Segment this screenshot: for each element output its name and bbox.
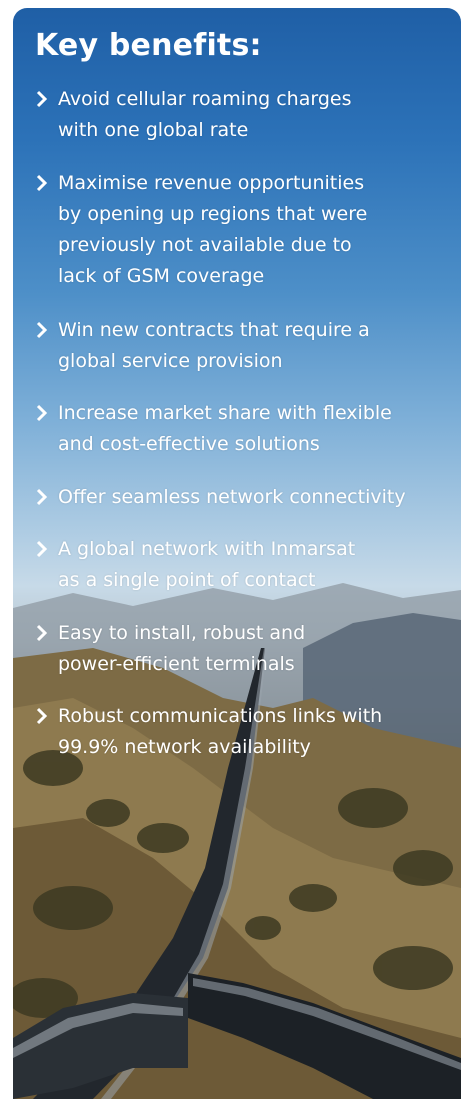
benefit-text-line: A global network with Inmarsat: [58, 538, 356, 560]
benefit-text-line: by opening up regions that were: [58, 203, 368, 225]
benefit-text-line: Robust communications links with: [58, 705, 383, 727]
chevron-right-icon: [36, 321, 48, 339]
benefit-item: Robust communications links with 99.9% n…: [33, 701, 453, 763]
benefit-text-line: previously not available due to: [58, 234, 352, 256]
chevron-right-icon: [36, 404, 48, 422]
key-benefits-panel: Key benefits: Avoid cellular roaming cha…: [13, 8, 461, 1099]
benefit-item: Win new contracts that require a global …: [33, 315, 453, 377]
benefit-text-line: Offer seamless network connectivity: [58, 486, 406, 508]
benefit-text-line: 99.9% network availability: [58, 736, 311, 758]
chevron-right-icon: [36, 488, 48, 506]
benefit-text-line: Increase market share with flexible: [58, 402, 392, 424]
chevron-right-icon: [36, 540, 48, 558]
benefit-text-line: global service provision: [58, 350, 283, 372]
chevron-right-icon: [36, 707, 48, 725]
chevron-right-icon: [36, 624, 48, 642]
benefit-item: A global network with Inmarsat as a sing…: [33, 534, 453, 596]
benefit-text-line: lack of GSM coverage: [58, 265, 265, 287]
benefit-text-line: Avoid cellular roaming charges: [58, 88, 352, 110]
benefit-text-line: Maximise revenue opportunities: [58, 172, 365, 194]
benefit-text-line: Win new contracts that require a: [58, 319, 370, 341]
benefit-text-line: and cost-effective solutions: [58, 433, 320, 455]
benefit-item: Increase market share with flexible and …: [33, 398, 453, 460]
chevron-right-icon: [36, 90, 48, 108]
benefit-item: Easy to install, robust and power-effici…: [33, 618, 453, 680]
benefit-text-line: power-efficient terminals: [58, 653, 295, 675]
benefit-text-line: with one global rate: [58, 119, 249, 141]
benefit-text-line: as a single point of contact: [58, 569, 316, 591]
chevron-right-icon: [36, 174, 48, 192]
section-title: Key benefits:: [35, 28, 262, 63]
benefit-item: Avoid cellular roaming charges with one …: [33, 84, 453, 146]
benefit-item: Offer seamless network connectivity: [33, 482, 453, 513]
benefit-text-line: Easy to install, robust and: [58, 622, 306, 644]
benefit-item: Maximise revenue opportunities by openin…: [33, 168, 453, 292]
